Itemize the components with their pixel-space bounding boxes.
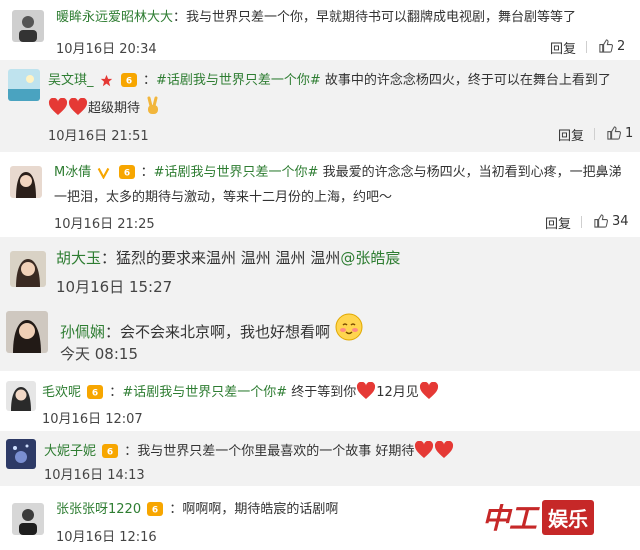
timestamp: 10月16日 21:25 <box>54 217 155 232</box>
victory-hand-icon <box>147 96 159 114</box>
divider <box>581 216 582 228</box>
divider <box>586 41 587 53</box>
avatar[interactable] <box>6 311 48 353</box>
comment-text-continued: 一把泪，太多的期待与激动，等来十二月份的上海，约吧～ <box>54 190 393 205</box>
comment-item: 孙佩娴：会不会来北京啊，我也好想看啊 今天 08:15 <box>0 299 640 371</box>
avatar[interactable] <box>12 503 44 535</box>
comment-text: ：我与世界只差一个你里最喜欢的一个故事 好期待 <box>124 444 415 459</box>
watermark-label: 娱乐 <box>542 499 595 535</box>
comment-text: 终于等到你 <box>287 385 357 400</box>
svg-text:6: 6 <box>107 448 113 458</box>
heart-icon <box>419 382 438 399</box>
heart-icon <box>357 382 376 399</box>
thumbs-up-icon <box>607 126 621 140</box>
svg-text:6: 6 <box>92 389 98 399</box>
comment-item: 吴文琪_ 6 ：#话剧我与世界只差一个你# 故事中的许念念杨四火，终于可以在舞台… <box>0 60 640 152</box>
blushing-face-icon <box>335 313 363 341</box>
verified-v-icon <box>98 167 110 179</box>
vip-badge-icon: 6 <box>118 165 135 179</box>
avatar[interactable] <box>10 166 42 198</box>
comment-text: 我最爱的许念念与杨四火，当初看到心疼，一把鼻涕 <box>318 165 622 180</box>
avatar[interactable] <box>12 10 44 42</box>
timestamp: 10月16日 12:16 <box>56 530 157 545</box>
like-count: 34 <box>612 214 629 229</box>
comment-text: ：会不会来北京啊，我也好想看啊 <box>105 323 331 341</box>
username-link[interactable]: 孙佩娴 <box>60 323 105 341</box>
comment-item: 暖眸永远爱昭林大大：我与世界只差一个你，早就期待书可以翻牌成电视剧，舞台剧等等了… <box>0 0 640 60</box>
comment-text: ：我与世界只差一个你，早就期待书可以翻牌成电视剧，舞台剧等等了 <box>173 10 577 25</box>
like-button[interactable]: 2 <box>598 38 625 54</box>
topic-link[interactable]: #话剧我与世界只差一个你# <box>154 165 319 180</box>
vip-badge-icon: 6 <box>102 444 119 458</box>
thumbs-up-icon <box>599 39 613 53</box>
svg-text:6: 6 <box>152 506 158 516</box>
svg-text:6: 6 <box>126 77 132 87</box>
watermark-logo: 中工 <box>482 502 537 535</box>
vip-badge-icon: 6 <box>87 385 104 399</box>
avatar[interactable] <box>6 439 36 469</box>
timestamp: 10月16日 20:34 <box>56 42 157 57</box>
like-count: 2 <box>617 39 626 54</box>
heart-icon <box>48 98 68 115</box>
like-button[interactable]: 34 <box>593 213 629 229</box>
comment-text: 故事中的许念念杨四火，终于可以在舞台上看到了 <box>320 73 611 88</box>
avatar[interactable] <box>10 251 46 287</box>
username-link[interactable]: M冰倩 <box>54 165 91 180</box>
heart-icon <box>435 441 454 458</box>
timestamp: 10月16日 14:13 <box>44 468 145 483</box>
comment-item: 大妮子妮 6 ：我与世界只差一个你里最喜欢的一个故事 好期待 10月16日 14… <box>0 431 640 486</box>
username-link[interactable]: 暖眸永远爱昭林大大 <box>56 10 173 25</box>
username-link[interactable]: 大妮子妮 <box>44 444 96 459</box>
timestamp: 今天 08:15 <box>60 345 138 363</box>
svg-text:6: 6 <box>123 169 129 179</box>
vip-badge-icon: 6 <box>120 73 137 87</box>
comment-text-continued: 超级期待 <box>88 101 141 116</box>
divider <box>594 128 595 140</box>
topic-link[interactable]: #话剧我与世界只差一个你# <box>122 385 287 400</box>
avatar[interactable] <box>8 69 40 101</box>
comment-item: M冰倩 6 ：#话剧我与世界只差一个你# 我最爱的许念念与杨四火，当初看到心疼，… <box>0 152 640 237</box>
comment-text-continued: 12月见 <box>376 385 419 400</box>
comment-item: 毛欢呢 6 ：#话剧我与世界只差一个你# 终于等到你 12月见 10月16日 12… <box>0 371 640 431</box>
watermark: 中工 娱乐 <box>482 497 595 537</box>
comment-text: ：啊啊啊，期待皓宸的话剧啊 <box>169 502 339 517</box>
topic-link[interactable]: #话剧我与世界只差一个你# <box>156 73 321 88</box>
username-link[interactable]: 毛欢呢 <box>42 385 81 400</box>
username-link[interactable]: 胡大玉 <box>56 249 101 267</box>
reply-button[interactable]: 回复 <box>550 38 576 57</box>
heart-icon <box>415 441 434 458</box>
thumbs-up-icon <box>594 214 608 228</box>
comment-text: ：猛烈的要求来温州 温州 温州 温州 <box>101 249 341 267</box>
timestamp: 10月16日 12:07 <box>42 412 143 427</box>
avatar[interactable] <box>6 381 36 411</box>
reply-button[interactable]: 回复 <box>545 213 571 232</box>
comment-item: 胡大玉：猛烈的要求来温州 温州 温州 温州@张皓宸 10月16日 15:27 <box>0 237 640 299</box>
username-link[interactable]: 吴文琪_ <box>48 73 94 88</box>
reply-button[interactable]: 回复 <box>558 125 584 144</box>
timestamp: 10月16日 21:51 <box>48 129 149 144</box>
like-button[interactable]: 1 <box>606 125 633 141</box>
star-badge-icon <box>100 74 112 87</box>
heart-icon <box>68 98 88 115</box>
vip-badge-icon: 6 <box>147 502 164 516</box>
username-link[interactable]: 张张张呀1220 <box>56 502 141 517</box>
like-count: 1 <box>625 126 634 141</box>
timestamp: 10月16日 15:27 <box>56 278 173 296</box>
mention-link[interactable]: @张皓宸 <box>340 249 400 267</box>
